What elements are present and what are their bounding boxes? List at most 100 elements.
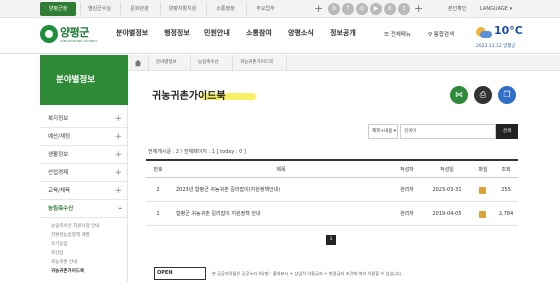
row-title[interactable]: 2023년 함평군 귀농귀촌 길라잡이(지원정책안내) bbox=[176, 178, 392, 202]
nav-civil-guide[interactable]: 민원안내 bbox=[204, 28, 230, 38]
attachment-icon[interactable] bbox=[479, 187, 486, 194]
search-icon: ⚲ bbox=[428, 32, 433, 38]
row-author: 관리자 bbox=[400, 187, 414, 193]
search-type-select[interactable]: 제목+내용 ▾ bbox=[368, 124, 398, 139]
board-search: 제목+내용 ▾ 검색어 검색 bbox=[368, 124, 518, 139]
license-label: OPEN bbox=[157, 270, 173, 276]
tab-self-support[interactable]: 양평자활지원 bbox=[160, 2, 204, 16]
search-label: 통합검색 bbox=[433, 32, 455, 38]
social-blog-icon[interactable]: b bbox=[328, 3, 340, 15]
nav-participation[interactable]: 소통참여 bbox=[246, 28, 272, 38]
sidebar-item-living[interactable]: 생활정보 + bbox=[40, 146, 128, 164]
sidebar-item-label: 교육/체육 bbox=[48, 188, 71, 194]
kogl-license-badge: OPEN bbox=[154, 267, 206, 280]
sidebar-subitem-active[interactable]: 귀농귀촌가이드북 bbox=[40, 268, 128, 277]
sidebar-item-label: 농림축수산 bbox=[48, 206, 74, 212]
row-date: 2019-04-05 bbox=[432, 211, 462, 217]
home-icon[interactable] bbox=[134, 59, 142, 67]
social-youtube-icon[interactable]: ▶ bbox=[370, 3, 382, 15]
breadcrumb-divider bbox=[286, 55, 287, 71]
breadcrumb-item[interactable]: 농림축수산 bbox=[198, 58, 219, 68]
breadcrumb-item[interactable]: 분야별정보 bbox=[156, 58, 177, 68]
social-instagram-icon[interactable]: ◎ bbox=[356, 3, 368, 15]
breadcrumb: 분야별정보 농림축수산 귀농귀촌가이드북 bbox=[128, 55, 560, 71]
post-count: 전체게시글 : 2 / 전체페이지 : 1 [ today : 0 ] bbox=[148, 149, 246, 155]
copy-url-button[interactable]: ❐ bbox=[498, 86, 516, 104]
sidebar-item-label: 생활정보 bbox=[48, 152, 69, 158]
logo-name: 양평군 bbox=[60, 26, 89, 39]
tab-mayor-office[interactable]: 열린군수실 bbox=[80, 2, 118, 16]
expand-icon: + bbox=[114, 150, 122, 160]
language-select[interactable]: LANGUAGE ▾ bbox=[480, 2, 512, 16]
sidebar-item-economy[interactable]: 산업경제 + bbox=[40, 164, 128, 182]
weather-date: 2023.12.12 양평군 bbox=[476, 44, 516, 49]
all-menu-label: 전체메뉴 bbox=[390, 32, 411, 38]
search-button[interactable]: 검색 bbox=[496, 124, 518, 139]
sidebar-item-label: 예산/재정 bbox=[48, 134, 71, 140]
all-menu-button[interactable]: ☰ 전체메뉴 bbox=[384, 30, 411, 38]
share-icon: ⋈ bbox=[455, 90, 463, 99]
row-no: 1 bbox=[156, 211, 160, 217]
row-no: 2 bbox=[156, 187, 160, 193]
sidebar-item-education[interactable]: 교육/체육 + bbox=[40, 182, 128, 200]
row-date: 2023-03-31 bbox=[432, 187, 462, 193]
identity-verify-link[interactable]: 본인확인 bbox=[448, 2, 466, 16]
social-facebook-icon[interactable]: f bbox=[342, 3, 354, 15]
add-icon-2[interactable]: + bbox=[414, 1, 423, 17]
sidebar-subitem[interactable]: 축산업 bbox=[40, 250, 128, 259]
tab-main-tasks[interactable]: 주요업무 bbox=[246, 2, 284, 16]
sidebar-subitem[interactable]: 농림축수산 지원사업 안내 bbox=[40, 223, 128, 232]
search-input[interactable]: 검색어 bbox=[400, 124, 496, 139]
nav-field-info[interactable]: 분야별정보 bbox=[116, 28, 148, 38]
chevron-down-icon: ▾ bbox=[393, 129, 397, 134]
table-row[interactable]: 2 2023년 함평군 귀농귀촌 길라잡이(지원정책안내) 관리자 2023-0… bbox=[146, 178, 518, 202]
integrated-search-button[interactable]: ⚲ 통합검색 bbox=[428, 30, 454, 38]
language-label: LANGUAGE bbox=[480, 6, 508, 12]
row-views: 255 bbox=[501, 187, 511, 193]
nav-news[interactable]: 양평소식 bbox=[288, 28, 314, 38]
sidebar: 분야별정보 복지정보 + 예산/재정 + 생활정보 + 산업경제 + 교육/체육 + 농림… bbox=[40, 55, 128, 282]
license-notice: 본 공공저작물은 공공누리 4유형 : 출처표시 + 상업적 이용금지 + 변경… bbox=[212, 271, 403, 276]
tab-gun-office[interactable]: 양평군청 bbox=[40, 2, 76, 16]
weather-widget: 10°C 2023.12.12 양평군 bbox=[476, 23, 556, 51]
expand-icon: + bbox=[114, 114, 122, 124]
nav-info-disclosure[interactable]: 정보공개 bbox=[330, 28, 356, 38]
breadcrumb-divider bbox=[148, 55, 149, 71]
print-button[interactable]: ⎙ bbox=[474, 86, 492, 104]
cloud-icon bbox=[480, 31, 492, 38]
search-type-label: 제목+내용 bbox=[372, 129, 393, 134]
row-title[interactable]: 함평군 귀농귀촌 길라잡이 지원정책 안내 bbox=[176, 202, 392, 226]
sidebar-item-label: 산업경제 bbox=[48, 170, 69, 176]
menu-icon: ☰ bbox=[384, 32, 389, 38]
social-twitter-icon[interactable]: t bbox=[398, 3, 410, 15]
tab-communication[interactable]: 소통행정 bbox=[206, 2, 244, 16]
sidebar-item-budget[interactable]: 예산/재정 + bbox=[40, 128, 128, 146]
sidebar-title: 분야별정보 bbox=[40, 55, 128, 105]
sidebar-subitem[interactable]: 유기농업 bbox=[40, 241, 128, 250]
top-bar: 양평군청 열린군수실 문화관광 양평자활지원 소통행정 주요업무 + b f ◎… bbox=[0, 0, 560, 18]
breadcrumb-divider bbox=[232, 55, 233, 71]
row-views: 2,784 bbox=[498, 211, 514, 217]
table-header: 번호 제목 작성자 작성일 파일 조회 bbox=[146, 159, 518, 178]
page-number-current[interactable]: 1 bbox=[326, 235, 336, 245]
logo-subtitle: YANGPYEONG COUNTY bbox=[60, 39, 98, 43]
nav-admin-info[interactable]: 행정정보 bbox=[164, 28, 190, 38]
site-header: 양평군 YANGPYEONG COUNTY 분야별정보 행정정보 민원안내 소통… bbox=[0, 18, 560, 54]
expand-icon: + bbox=[114, 168, 122, 178]
print-icon: ⎙ bbox=[479, 90, 487, 99]
table-row[interactable]: 1 함평군 귀농귀촌 길라잡이 지원정책 안내 관리자 2019-04-05 2… bbox=[146, 202, 518, 226]
sidebar-item-agriculture[interactable]: 농림축수산 - bbox=[40, 200, 128, 218]
attachment-icon[interactable] bbox=[479, 211, 486, 218]
add-icon[interactable]: + bbox=[314, 1, 323, 17]
copy-icon: ❐ bbox=[503, 90, 511, 99]
sidebar-item-welfare[interactable]: 복지정보 + bbox=[40, 110, 128, 128]
page-title: 귀농귀촌가이드북 bbox=[152, 91, 226, 102]
tab-culture-tour[interactable]: 문화관광 bbox=[120, 2, 158, 16]
site-logo[interactable]: 양평군 YANGPYEONG COUNTY bbox=[40, 23, 100, 49]
logo-mark-icon bbox=[40, 25, 58, 43]
sidebar-subitem[interactable]: 귀농귀촌 안내 bbox=[40, 259, 128, 268]
sidebar-subitem[interactable]: 친환경농업정책 개발 bbox=[40, 232, 128, 241]
share-button[interactable]: ⋈ bbox=[450, 86, 468, 104]
social-kakao-icon[interactable]: k bbox=[384, 3, 396, 15]
breadcrumb-item-current[interactable]: 귀농귀촌가이드북 bbox=[240, 58, 273, 68]
